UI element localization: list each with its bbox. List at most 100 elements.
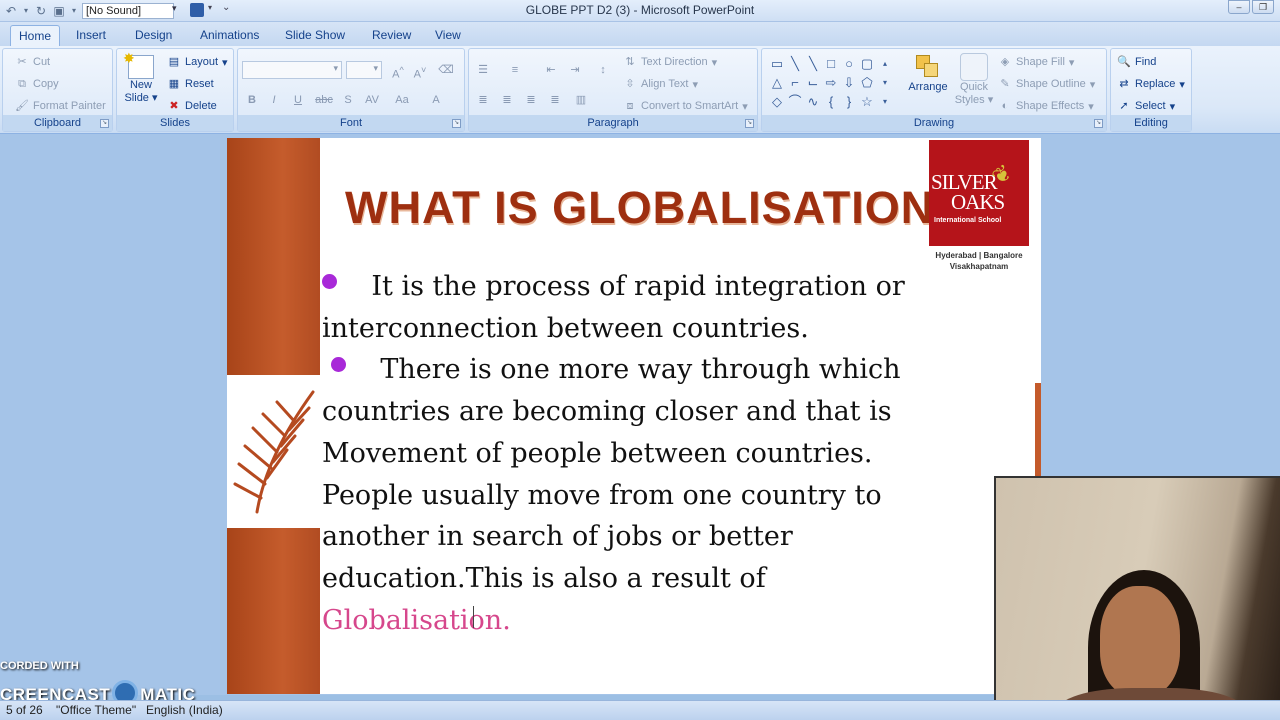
slide-body-text[interactable]: It is the process of rapid integration o… [322, 266, 932, 641]
font-color-icon[interactable]: A [426, 91, 446, 109]
gallery-more-icon[interactable]: ▾ [876, 92, 894, 111]
maximize-button[interactable]: ❐ [1252, 0, 1274, 14]
right-brace-shape-icon[interactable]: } [840, 92, 858, 111]
reset-button[interactable]: ▦ Reset [167, 77, 214, 91]
shapes-gallery[interactable]: ▭ ╲ ╲ □ ○ ▢ ▴ △ ⌐ ⌙ ⇨ ⇩ ⬠ ▾ ◇ ⌒ ∿ { } ☆ … [768, 54, 896, 112]
school-logo: SILVER ❦ OAKS International School [929, 140, 1029, 246]
left-brace-shape-icon[interactable]: { [822, 92, 840, 111]
align-right-icon[interactable]: ≣ [521, 91, 541, 109]
rounded-rect-shape-icon[interactable]: ▢ [858, 54, 876, 73]
new-slide-button[interactable]: ✸ New Slide ▾ [121, 50, 161, 104]
watermark-line1: CORDED WITH [0, 660, 79, 672]
shrink-font-icon[interactable]: A˅ [410, 61, 430, 81]
font-size-combo[interactable] [346, 61, 382, 79]
star-shape-icon[interactable]: ☆ [858, 92, 876, 111]
clear-format-icon[interactable]: ⌫ [436, 61, 456, 79]
change-case-icon[interactable]: Aa [392, 91, 412, 109]
font-name-combo[interactable] [242, 61, 342, 79]
strikethrough-icon[interactable]: abc [314, 91, 334, 109]
textbox-shape-icon[interactable]: ▭ [768, 54, 786, 73]
tab-animations[interactable]: Animations [192, 25, 267, 46]
decrease-indent-icon[interactable]: ⇤ [541, 61, 561, 79]
font-launcher-icon[interactable]: ↘ [452, 119, 461, 128]
copy-label: Copy [33, 78, 59, 90]
freeform-shape-icon[interactable]: ∿ [804, 92, 822, 111]
quick-styles-label: Quick [959, 81, 989, 93]
numbering-icon[interactable]: ≡ [505, 61, 525, 79]
oval-shape-icon[interactable]: ○ [840, 54, 858, 73]
slide-canvas[interactable]: WHAT IS GLOBALISATION SILVER ❦ OAKS Inte… [227, 138, 1041, 694]
gallery-up-icon[interactable]: ▴ [876, 54, 894, 73]
clipboard-launcher-icon[interactable]: ↘ [100, 119, 109, 128]
cut-label: Cut [33, 56, 51, 68]
gallery-down-icon[interactable]: ▾ [876, 73, 894, 92]
quick-styles-button[interactable]: Quick Styles ▾ [954, 53, 994, 106]
replace-button[interactable]: ⇄ Replace ▾ [1117, 77, 1185, 91]
layout-label: Layout [185, 56, 219, 68]
cut-button[interactable]: ✂ Cut [15, 55, 50, 69]
quick-styles-label2-text: Styles [954, 94, 985, 106]
layout-icon: ▤ [168, 56, 180, 68]
tab-review[interactable]: Review [364, 25, 419, 46]
increase-indent-icon[interactable]: ⇥ [565, 61, 585, 79]
elbow-shape-icon[interactable]: ⌙ [804, 73, 822, 92]
ribbon: ✂ Cut ⧉ Copy 🖌 Format Painter Clipboard ↘ ✸… [0, 46, 1280, 134]
connector-shape-icon[interactable]: ⌐ [786, 73, 804, 92]
right-arrow-shape-icon[interactable]: ⇨ [822, 73, 840, 92]
flowchart-shape-icon[interactable]: ⬠ [858, 73, 876, 92]
rectangle-shape-icon[interactable]: □ [822, 54, 840, 73]
underline-icon[interactable]: U [288, 91, 308, 109]
delete-button[interactable]: ✖ Delete [167, 99, 217, 113]
convert-smartart-button[interactable]: ⧈ Convert to SmartArt ▾ [623, 99, 748, 113]
tab-design[interactable]: Design [127, 25, 180, 46]
binoculars-icon: 🔍 [1117, 56, 1131, 68]
reset-icon: ▦ [168, 78, 180, 90]
char-spacing-icon[interactable]: AV [362, 91, 382, 109]
copy-button[interactable]: ⧉ Copy [15, 77, 59, 91]
font-group: A^ A˅ ⌫ B I U abc S AV Aa A Font ↘ [237, 48, 465, 132]
down-arrow-shape-icon[interactable]: ⇩ [840, 73, 858, 92]
layout-button[interactable]: ▤ Layout ▾ [167, 55, 228, 69]
tab-insert[interactable]: Insert [68, 25, 114, 46]
justify-icon[interactable]: ≣ [545, 91, 565, 109]
bullet-1-text: It is the process of rapid integration o… [322, 271, 905, 344]
shape-fill-button[interactable]: ◈ Shape Fill ▾ [998, 55, 1075, 69]
find-button[interactable]: 🔍 Find [1117, 55, 1156, 69]
drawing-launcher-icon[interactable]: ↘ [1094, 119, 1103, 128]
format-painter-button[interactable]: 🖌 Format Painter [15, 99, 106, 113]
tab-home[interactable]: Home [10, 25, 61, 46]
line2-shape-icon[interactable]: ╲ [804, 54, 822, 73]
curve-shape-icon[interactable]: ⌒ [786, 92, 804, 111]
text-shadow-icon[interactable]: S [338, 91, 358, 109]
text-direction-button[interactable]: ⇅ Text Direction ▾ [623, 55, 717, 69]
line-shape-icon[interactable]: ╲ [786, 54, 804, 73]
minimize-button[interactable]: – [1228, 0, 1250, 14]
grow-font-icon[interactable]: A^ [388, 61, 408, 81]
diamond-shape-icon[interactable]: ◇ [768, 92, 786, 111]
columns-icon[interactable]: ▥ [571, 91, 591, 109]
triangle-shape-icon[interactable]: △ [768, 73, 786, 92]
select-button[interactable]: ➚ Select ▾ [1117, 99, 1175, 113]
language-indicator[interactable]: English (India) [146, 703, 223, 717]
paragraph-launcher-icon[interactable]: ↘ [745, 119, 754, 128]
align-center-icon[interactable]: ≣ [497, 91, 517, 109]
italic-icon[interactable]: I [264, 91, 284, 109]
tab-view[interactable]: View [427, 25, 469, 46]
arrange-button[interactable]: Arrange [906, 53, 950, 93]
bold-icon[interactable]: B [242, 91, 262, 109]
line-spacing-icon[interactable]: ↕ [593, 61, 613, 79]
tab-slide-show[interactable]: Slide Show [277, 25, 353, 46]
title-bar: ↶ ▾ ↻ ▣ ▾ [No Sound] ▾ ▾ ⌄ GLOBE PPT D2 … [0, 0, 1280, 22]
bullets-icon[interactable]: ☰ [473, 61, 493, 79]
slide-title[interactable]: WHAT IS GLOBALISATION [345, 182, 934, 234]
cursor-icon: ➚ [1119, 100, 1129, 112]
effects-icon: ◐ [1001, 100, 1009, 112]
copy-icon: ⧉ [18, 78, 26, 90]
delete-label: Delete [185, 100, 217, 112]
highlight-word: Globalisation. [322, 604, 511, 636]
logo-cities: Hyderabad | Bangalore Visakhapatnam [929, 250, 1029, 272]
align-left-icon[interactable]: ≣ [473, 91, 493, 109]
shape-effects-button[interactable]: ◐ Shape Effects ▾ [998, 99, 1094, 113]
align-text-button[interactable]: ⇳ Align Text ▾ [623, 77, 698, 91]
shape-outline-button[interactable]: ✎ Shape Outline ▾ [998, 77, 1095, 91]
